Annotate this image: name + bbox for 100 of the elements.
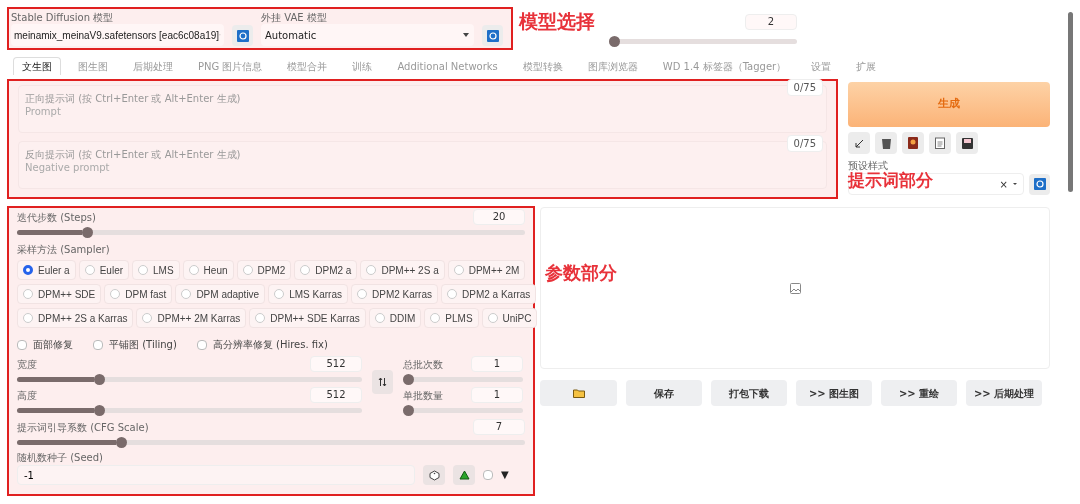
number-field[interactable]: 512 [310,387,362,403]
slider-track[interactable] [17,405,362,416]
clear-icon[interactable]: × [999,176,1008,192]
sampler-option[interactable]: DPM++ 2S a Karras [17,308,134,328]
number-field[interactable]: 2 [745,14,797,30]
field-label: 反向提示词 (按 Ctrl+Enter 或 Alt+Enter 生成) [25,148,242,161]
checkbox[interactable] [93,339,103,350]
slider-fill [17,230,82,235]
checkbox[interactable] [17,339,27,350]
token-counter: 0/75 [786,79,823,96]
sampler-option[interactable]: DPM2 a [294,260,358,280]
field-label: Stable Diffusion 模型 [11,11,115,24]
card-icon [908,137,918,149]
trash-icon [880,137,892,149]
checkbox[interactable] [483,470,493,480]
token-counter: 0/75 [786,135,823,152]
tab[interactable]: 文生图 [13,57,61,75]
recycle-icon [458,469,470,481]
recycle-button[interactable] [453,465,475,485]
sampler-option[interactable]: LMS [132,260,180,280]
slider-handle[interactable] [116,437,128,448]
folder-button[interactable] [540,380,617,406]
number-field[interactable]: 512 [310,356,362,372]
sampler-option[interactable]: DPM++ SDE [17,284,102,304]
annotation-label: 模型选择 [519,12,595,31]
sampler-option[interactable]: DPM fast [104,284,173,304]
checkbox[interactable] [196,339,207,350]
folder-icon [572,388,585,398]
scrollbar[interactable] [1068,12,1073,192]
field-label: 迭代步数 (Steps) [17,210,96,224]
vae-dropdown[interactable]: Automatic [261,24,474,46]
slider-handle[interactable] [81,227,93,238]
refresh-icon [1033,178,1046,190]
annotation-label: 参数部分 [545,264,617,282]
output-button[interactable]: 保存 [626,380,702,406]
slider-track[interactable] [403,374,523,385]
sampler-option[interactable]: DPM2 [236,260,292,280]
field-label: 采样方法 (Sampler) [17,243,111,256]
slider-handle[interactable] [609,36,620,47]
sampler-option[interactable]: DPM++ 2M Karras [136,308,247,328]
refresh-button[interactable] [1029,173,1050,195]
slider-handle[interactable] [93,405,105,416]
output-button[interactable]: >> 后期处理 [966,380,1042,406]
sampler-option[interactable]: PLMS [424,308,479,328]
trash-button[interactable] [875,132,897,154]
prompt-input[interactable]: Prompt [25,105,820,125]
slider-track[interactable] [403,405,523,416]
field-label: 预设样式 [848,159,889,172]
save-button[interactable] [956,132,978,154]
dice-button[interactable] [423,465,445,485]
output-button[interactable]: >> 重绘 [881,380,957,406]
radio-button[interactable] [23,265,33,275]
swap-button[interactable] [372,370,393,394]
refresh-icon [236,29,249,42]
card-button[interactable] [902,132,924,154]
refresh-button[interactable] [482,25,503,46]
sampler-option[interactable]: DPM2 a Karras [441,284,537,304]
seed-field[interactable]: -1 [17,465,415,485]
number-field[interactable]: 7 [473,419,525,435]
slider-track[interactable] [609,36,797,47]
checkbox-label: 平铺图 (Tiling) [109,338,177,352]
slider-track[interactable] [17,437,525,448]
sampler-option[interactable]: Heun [182,260,234,280]
prompt-input[interactable]: Negative prompt [25,161,820,181]
sampler-option[interactable]: DPM++ 2S a [360,260,445,280]
number-field[interactable]: 1 [471,387,523,403]
clipboard-button[interactable] [929,132,951,154]
sampler-option[interactable]: UniPC [481,308,538,328]
slider-handle[interactable] [403,405,414,416]
field-label: 总批次数 [403,357,443,371]
refresh-icon [486,29,499,42]
output-button[interactable]: >> 图生图 [796,380,872,406]
arrow-button[interactable] [848,132,870,154]
number-field[interactable]: 1 [471,356,523,372]
clipboard-icon [935,137,945,149]
field-label: 提示词引导系数 (CFG Scale) [17,420,149,434]
checkbox-label: 高分辨率修复 (Hires. fix) [212,338,328,352]
number-field[interactable]: 20 [473,209,525,225]
swap-icon [378,377,387,387]
field-label: 高度 [17,388,37,402]
slider-handle[interactable] [93,374,105,385]
sampler-option[interactable]: DDIM [368,308,422,328]
sampler-option[interactable]: DPM adaptive [175,284,266,304]
output-button[interactable]: 打包下载 [711,380,787,406]
sampler-option[interactable]: Euler [78,260,130,280]
slider-track[interactable] [17,374,362,385]
field-label: 随机数种子 (Seed) [17,451,104,464]
expand-toggle[interactable]: ▼ [501,469,509,481]
slider-handle[interactable] [403,374,414,385]
field-label: 外挂 VAE 模型 [261,11,328,24]
sampler-option[interactable]: DPM++ SDE Karras [249,308,366,328]
sampler-option[interactable]: LMS Karras [268,284,348,304]
field-label: 单批数量 [403,388,443,402]
arrow-icon [854,138,864,148]
sampler-option[interactable]: DPM++ 2M [447,260,526,280]
sampler-option[interactable]: Euler a [17,260,76,280]
slider-track[interactable] [17,227,525,238]
sampler-option[interactable]: DPM2 Karras [351,284,438,304]
refresh-button[interactable] [232,25,253,46]
field-label: 正向提示词 (按 Ctrl+Enter 或 Alt+Enter 生成) [25,92,242,105]
